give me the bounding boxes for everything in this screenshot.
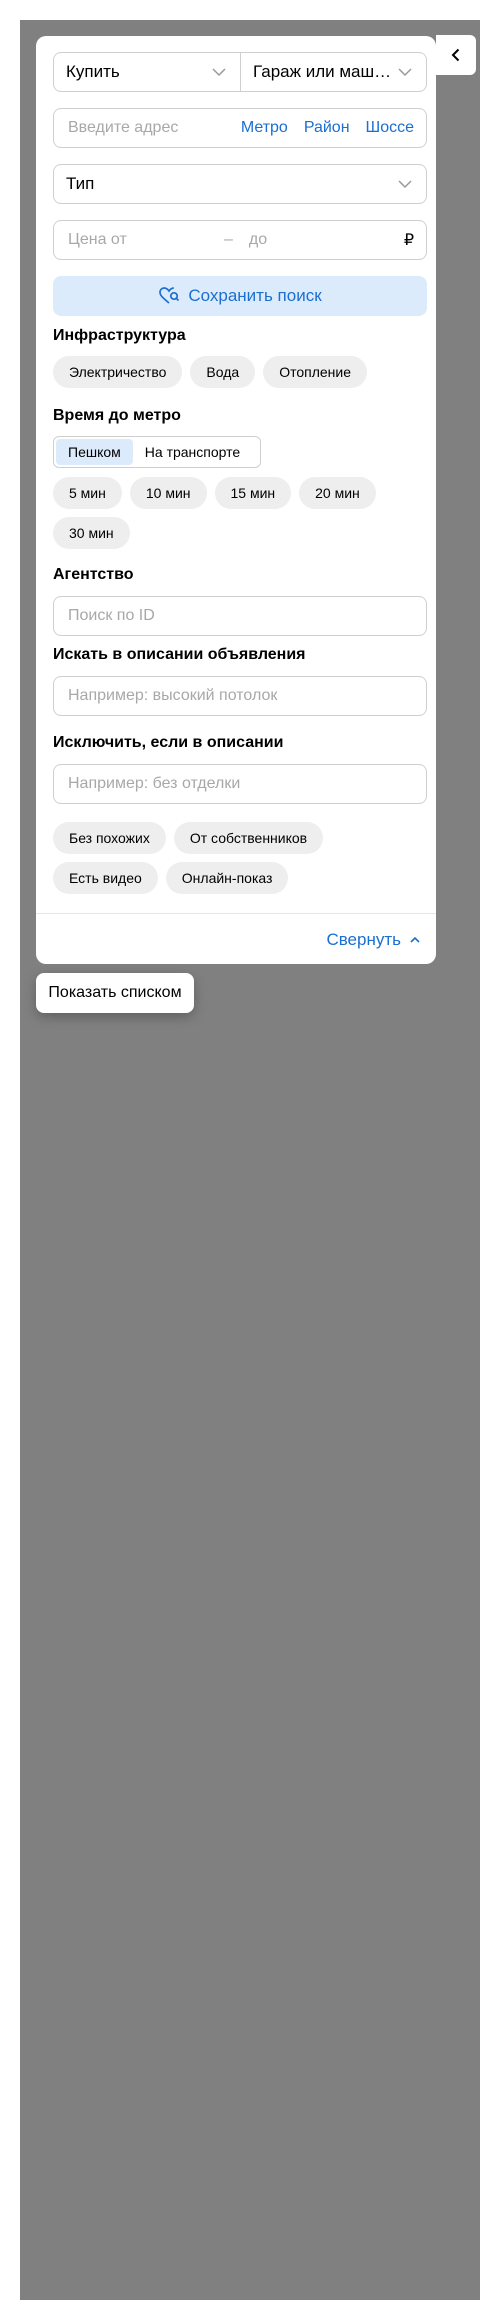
collapse-filters-button[interactable]: Свернуть (326, 930, 421, 950)
chevron-down-icon (212, 68, 226, 77)
mode-transport[interactable]: На транспорте (133, 439, 252, 465)
chevron-left-icon (451, 48, 460, 62)
price-to-input[interactable] (246, 230, 404, 250)
highway-link[interactable]: Шоссе (366, 119, 414, 137)
filters-panel: Купить Гараж или машиноместо Метро Район… (36, 36, 436, 964)
chip-online-showing[interactable]: Онлайн-показ (165, 862, 289, 894)
agency-field (53, 596, 427, 636)
metro-link[interactable]: Метро (241, 119, 288, 137)
chip-15-min[interactable]: 15 мин (214, 477, 292, 509)
chip-30-min[interactable]: 30 мин (53, 517, 130, 549)
deal-row: Купить Гараж или машиноместо (53, 52, 427, 92)
collapse-panel-button[interactable] (436, 35, 476, 75)
extra-options: Без похожих От собственников Есть видео … (53, 822, 433, 894)
type-select-value: Тип (66, 174, 95, 193)
chip-water[interactable]: Вода (190, 356, 256, 388)
property-type-value: Гараж или машиноместо (253, 62, 396, 81)
description-exclude-title: Исключить, если в описании (53, 734, 284, 751)
description-include-title: Искать в описании объявления (53, 646, 306, 663)
infrastructure-title: Инфраструктура (53, 327, 186, 344)
price-from-input[interactable] (66, 230, 210, 250)
type-select[interactable]: Тип (53, 164, 427, 204)
currency-sign: ₽ (403, 232, 414, 249)
metro-time-title: Время до метро (53, 407, 181, 424)
description-exclude-field (53, 764, 427, 804)
district-link[interactable]: Район (304, 119, 350, 137)
chip-from-owners[interactable]: От собственников (173, 822, 324, 854)
metro-mode-switch: Пешком На транспорте (53, 436, 261, 468)
infrastructure-options: Электричество Вода Отопление (53, 356, 433, 388)
show-list-button[interactable]: Показать списком (36, 973, 194, 1013)
chevron-down-icon (398, 68, 412, 77)
description-include-field (53, 676, 427, 716)
chevron-up-icon (410, 936, 420, 943)
price-dash: – (224, 231, 233, 248)
metro-time-options: 5 мин 10 мин 15 мин 20 мин 30 мин (53, 477, 433, 549)
save-search-button[interactable]: Сохранить поиск (53, 276, 427, 316)
chip-no-similar[interactable]: Без похожих (53, 822, 166, 854)
deal-type-value: Купить (66, 62, 120, 81)
chip-10-min[interactable]: 10 мин (129, 477, 207, 509)
chevron-down-icon (398, 180, 412, 189)
address-input[interactable] (66, 118, 225, 138)
property-type-select[interactable]: Гараж или машиноместо (241, 52, 427, 92)
price-field: – ₽ (53, 220, 427, 260)
description-include-input[interactable] (66, 686, 414, 706)
agency-id-input[interactable] (66, 606, 414, 626)
chip-has-video[interactable]: Есть видео (53, 862, 158, 894)
show-list-label: Показать списком (48, 984, 182, 1001)
chip-heating[interactable]: Отопление (263, 356, 368, 388)
chip-5-min[interactable]: 5 мин (53, 477, 122, 509)
agency-title: Агентство (53, 566, 134, 583)
heart-search-icon (159, 287, 180, 304)
collapse-label: Свернуть (326, 930, 401, 949)
chip-electricity[interactable]: Электричество (53, 356, 183, 388)
deal-type-select[interactable]: Купить (53, 52, 241, 92)
chip-20-min[interactable]: 20 мин (299, 477, 376, 509)
description-exclude-input[interactable] (66, 774, 414, 794)
address-field: Метро Район Шоссе (53, 108, 427, 148)
divider (36, 913, 436, 914)
save-search-label: Сохранить поиск (188, 286, 322, 305)
mode-walk[interactable]: Пешком (56, 439, 133, 465)
